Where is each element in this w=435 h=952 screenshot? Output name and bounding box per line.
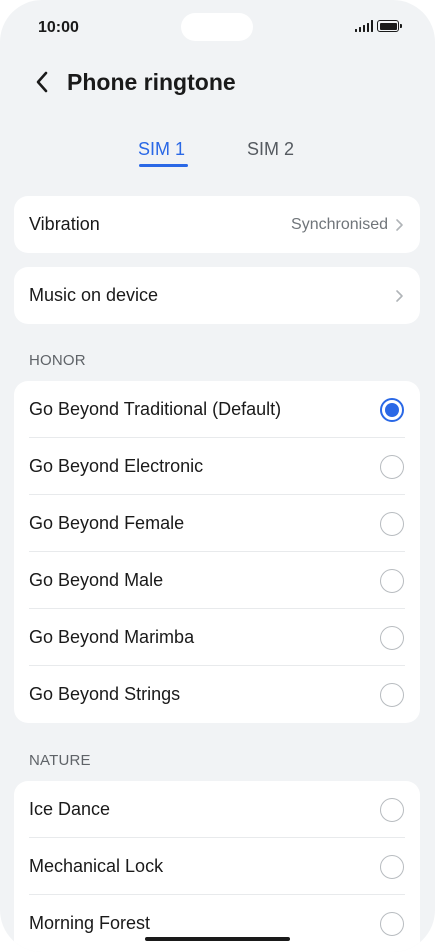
ringtone-label: Go Beyond Electronic	[29, 456, 204, 476]
section-header-honor: HONOR	[29, 352, 86, 369]
radio-button[interactable]	[380, 797, 404, 822]
page-title: Phone ringtone	[67, 69, 236, 95]
status-time: 10:00	[38, 19, 79, 36]
camera-notch	[181, 13, 253, 41]
ringtone-item[interactable]: Go Beyond Female	[14, 495, 420, 552]
phone-screen: 10:00 Phone ringtone SIM 1 SIM 2 Vibrati…	[0, 0, 435, 952]
sim-tabs: SIM 1 SIM 2	[0, 130, 435, 174]
radio-button[interactable]	[380, 511, 404, 536]
radio-button[interactable]	[380, 682, 404, 707]
vibration-row[interactable]: Vibration Synchronised	[14, 196, 420, 253]
music-on-device-row[interactable]: Music on device	[14, 267, 420, 324]
ringtone-item[interactable]: Morning Forest	[14, 895, 420, 952]
vibration-label: Vibration	[29, 214, 100, 234]
ringtone-label: Ice Dance	[29, 799, 111, 819]
ringtone-item[interactable]: Go Beyond Male	[14, 552, 420, 609]
battery-icon	[377, 20, 402, 32]
chevron-left-icon	[36, 71, 48, 93]
back-button[interactable]	[28, 68, 56, 96]
home-indicator[interactable]	[145, 937, 290, 941]
radio-button[interactable]	[380, 568, 404, 593]
radio-button-selected[interactable]	[380, 397, 404, 422]
radio-button[interactable]	[380, 911, 404, 936]
radio-button[interactable]	[380, 454, 404, 479]
status-bar: 10:00	[0, 0, 435, 56]
honor-ringtone-list: Go Beyond Traditional (Default) Go Beyon…	[14, 381, 420, 723]
ringtone-label: Go Beyond Marimba	[29, 627, 195, 647]
music-on-device-card: Music on device	[14, 267, 420, 324]
status-icons	[354, 20, 402, 32]
music-on-device-label: Music on device	[29, 285, 159, 305]
active-tab-indicator	[139, 164, 188, 167]
ringtone-item[interactable]: Mechanical Lock	[14, 838, 420, 895]
radio-button[interactable]	[380, 854, 404, 879]
radio-button[interactable]	[380, 625, 404, 650]
vibration-card: Vibration Synchronised	[14, 196, 420, 253]
signal-icon	[354, 20, 373, 32]
tab-sim-1[interactable]: SIM 1	[138, 138, 185, 160]
ringtone-item[interactable]: Go Beyond Strings	[14, 666, 420, 723]
section-header-nature: NATURE	[29, 752, 91, 769]
ringtone-label: Go Beyond Male	[29, 570, 164, 590]
ringtone-item[interactable]: Go Beyond Traditional (Default)	[14, 381, 420, 438]
header: Phone ringtone	[0, 56, 435, 112]
ringtone-label: Go Beyond Female	[29, 513, 185, 533]
ringtone-item[interactable]: Go Beyond Electronic	[14, 438, 420, 495]
ringtone-label: Mechanical Lock	[29, 856, 164, 876]
nature-ringtone-list: Ice Dance Mechanical Lock Morning Forest	[14, 781, 420, 952]
chevron-right-icon	[396, 218, 403, 231]
chevron-right-icon	[396, 289, 403, 302]
tab-sim-2[interactable]: SIM 2	[247, 138, 294, 160]
ringtone-item[interactable]: Ice Dance	[14, 781, 420, 838]
ringtone-label: Go Beyond Traditional (Default)	[29, 399, 282, 419]
ringtone-label: Morning Forest	[29, 913, 151, 933]
vibration-value: Synchronised	[291, 215, 388, 233]
ringtone-label: Go Beyond Strings	[29, 684, 181, 704]
ringtone-item[interactable]: Go Beyond Marimba	[14, 609, 420, 666]
